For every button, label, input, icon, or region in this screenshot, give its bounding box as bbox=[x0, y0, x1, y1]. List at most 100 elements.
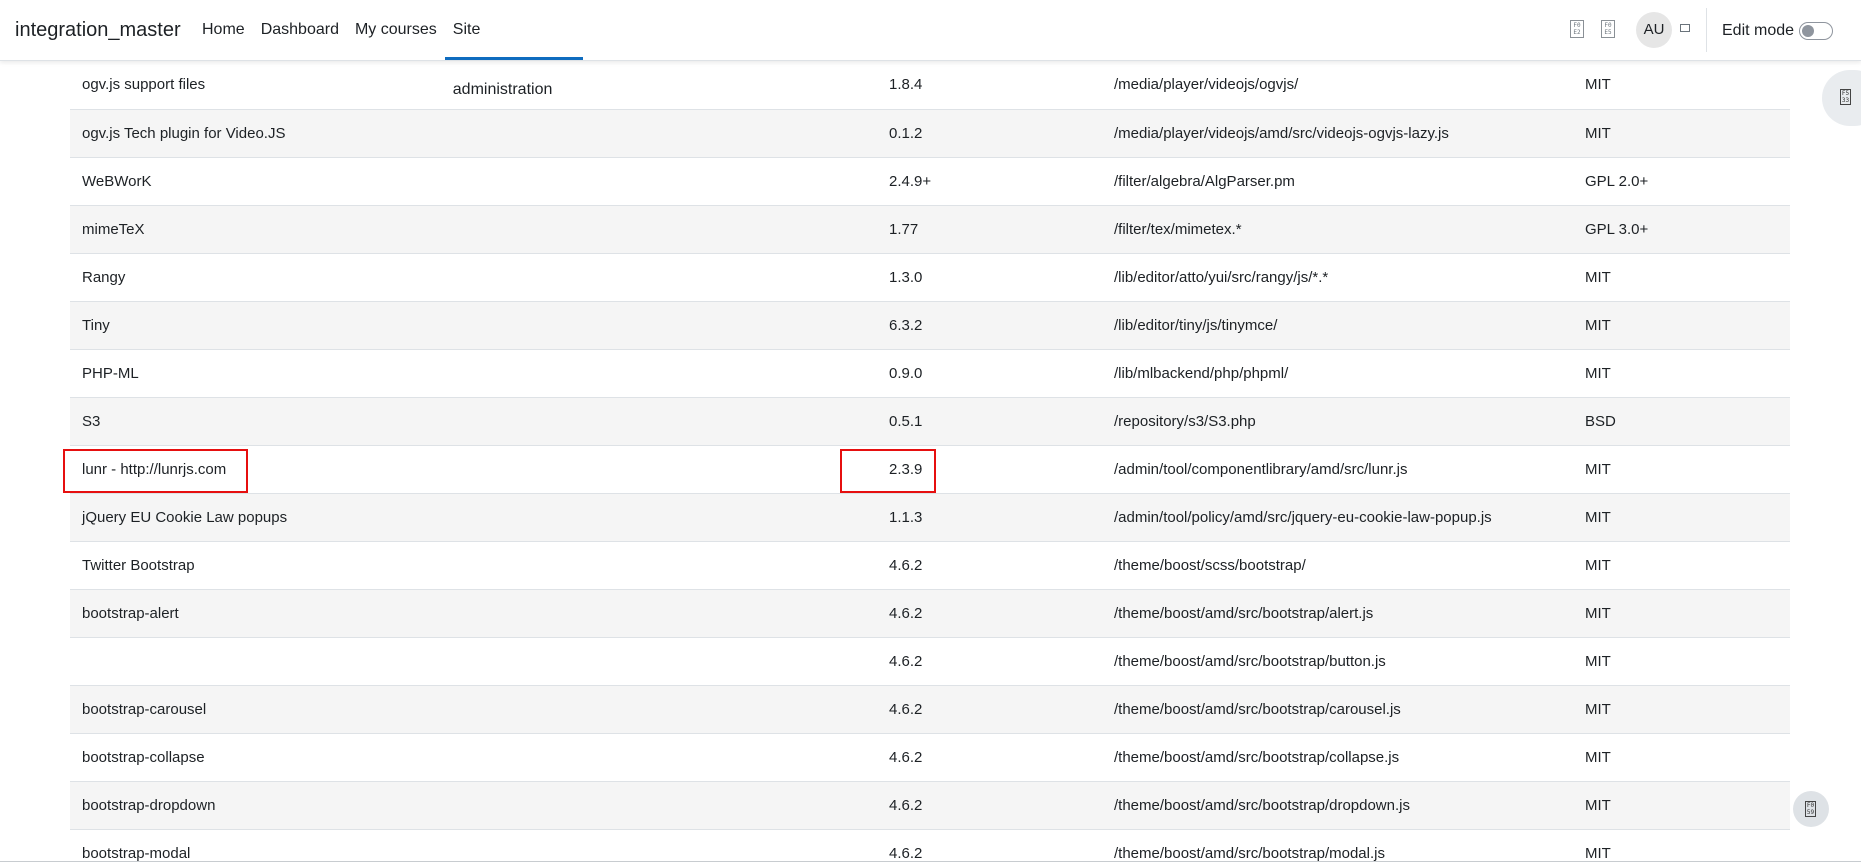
table-row: ogv.js support files 1.8.4/media/player/v… bbox=[70, 61, 1790, 110]
library-location-cell: /theme/boost/amd/src/bootstrap/collapse.… bbox=[1102, 733, 1573, 782]
library-name-cell: Tiny bbox=[70, 301, 877, 350]
nav-link-home[interactable]: Home bbox=[194, 0, 253, 60]
library-name-cell: bootstrap-collapse bbox=[70, 733, 877, 782]
library-license-cell: MIT bbox=[1573, 445, 1790, 494]
library-location-cell: /admin/tool/policy/amd/src/jquery-eu-coo… bbox=[1102, 493, 1573, 542]
library-name-cell: jQuery EU Cookie Law popups bbox=[70, 493, 877, 542]
libraries-table-body: ogv.js support files 1.8.4/media/player/v… bbox=[70, 61, 1790, 861]
table-row: PHP-ML 0.9.0/lib/mlbackend/php/phpml/MIT bbox=[70, 349, 1790, 398]
library-version-cell: 1.8.4 bbox=[877, 61, 1102, 110]
library-license-cell: MIT bbox=[1573, 589, 1790, 638]
library-name-cell: WeBWorK bbox=[70, 157, 877, 206]
table-row: ogv.js Tech plugin for Video.JS 0.1.2/med… bbox=[70, 109, 1790, 158]
library-license-cell: MIT bbox=[1573, 637, 1790, 686]
library-license-cell: MIT bbox=[1573, 253, 1790, 302]
library-license-cell: MIT bbox=[1573, 109, 1790, 158]
messages-icon[interactable]: F0 E5 bbox=[1601, 20, 1615, 38]
library-name-cell: PHP-ML bbox=[70, 349, 877, 398]
library-license-cell: MIT bbox=[1573, 301, 1790, 350]
library-name-cell: S3 bbox=[70, 397, 877, 446]
library-version-cell: 1.1.3 bbox=[877, 493, 1102, 542]
library-location-cell: /admin/tool/componentlibrary/amd/src/lun… bbox=[1102, 445, 1573, 494]
toggle-knob bbox=[1802, 25, 1814, 37]
nav-link-my-courses[interactable]: My courses bbox=[347, 0, 445, 60]
table-row: bootstrap-dropdown 4.6.2/theme/boost/amd/… bbox=[70, 781, 1790, 830]
library-version-cell: 4.6.2 bbox=[877, 685, 1102, 734]
library-license-cell: MIT bbox=[1573, 61, 1790, 110]
library-location-cell: /media/player/videojs/amd/src/videojs-og… bbox=[1102, 109, 1573, 158]
notification-bell-icon[interactable]: F0 E2 bbox=[1570, 20, 1584, 38]
third-party-libraries-table: ogv.js support files 1.8.4/media/player/v… bbox=[70, 61, 1790, 861]
primary-navigation: Home Dashboard My courses Site administr… bbox=[194, 0, 583, 98]
library-version-cell: 2.4.9+ bbox=[877, 157, 1102, 206]
table-row: mimeTeX 1.77/filter/tex/mimetex.* GPL 3.0+ bbox=[70, 205, 1790, 254]
table-row: lunr - http://lunrjs.com 2.3.9/admin/tool… bbox=[70, 445, 1790, 494]
library-name-cell bbox=[70, 637, 877, 686]
library-location-cell: /lib/editor/tiny/js/tinymce/ bbox=[1102, 301, 1573, 350]
library-version-cell: 4.6.2 bbox=[877, 541, 1102, 590]
library-location-cell: /theme/boost/amd/src/bootstrap/button.js bbox=[1102, 637, 1573, 686]
library-version-cell: 1.77 bbox=[877, 205, 1102, 254]
help-icon: F0 59 bbox=[1805, 801, 1816, 817]
block-drawer-icon: F5 33 bbox=[1840, 89, 1851, 105]
site-brand[interactable]: integration_master bbox=[15, 19, 181, 42]
library-version-cell: 4.6.2 bbox=[877, 781, 1102, 830]
table-row: bootstrap-alert 4.6.2/theme/boost/amd/src… bbox=[70, 589, 1790, 638]
table-row: 4.6.2/theme/boost/amd/src/bootstrap/butt… bbox=[70, 637, 1790, 686]
library-license-cell: MIT bbox=[1573, 685, 1790, 734]
nav-link-site-administration[interactable]: Site administration bbox=[444, 0, 583, 98]
library-location-cell: /repository/s3/S3.php bbox=[1102, 397, 1573, 446]
library-name-cell: bootstrap-carousel bbox=[70, 685, 877, 734]
library-name-cell: lunr - http://lunrjs.com bbox=[70, 445, 877, 494]
table-row: S3 0.5.1/repository/s3/S3.php BSD bbox=[70, 397, 1790, 446]
library-name-cell: bootstrap-alert bbox=[70, 589, 877, 638]
library-version-cell: 0.5.1 bbox=[877, 397, 1102, 446]
top-navbar: integration_master Home Dashboard My cou… bbox=[0, 0, 1861, 98]
library-location-cell: /filter/algebra/AlgParser.pm bbox=[1102, 157, 1573, 206]
library-location-cell: /media/player/videojs/ogvjs/ bbox=[1102, 61, 1573, 110]
footer-help-button[interactable]: F0 59 bbox=[1793, 791, 1829, 827]
chevron-down-icon[interactable] bbox=[1680, 24, 1690, 32]
table-row: bootstrap-carousel 4.6.2/theme/boost/amd/… bbox=[70, 685, 1790, 734]
main-content: ogv.js support files 1.8.4/media/player/v… bbox=[0, 61, 1861, 861]
library-license-cell: MIT bbox=[1573, 349, 1790, 398]
library-name-cell: mimeTeX bbox=[70, 205, 877, 254]
library-license-cell: GPL 2.0+ bbox=[1573, 157, 1790, 206]
page-bottom-edge bbox=[0, 861, 1861, 867]
edit-mode-toggle[interactable] bbox=[1799, 22, 1833, 40]
library-name-cell: Twitter Bootstrap bbox=[70, 541, 877, 590]
library-license-cell: MIT bbox=[1573, 493, 1790, 542]
library-version-cell: 1.3.0 bbox=[877, 253, 1102, 302]
library-license-cell: MIT bbox=[1573, 781, 1790, 830]
library-license-cell: MIT bbox=[1573, 829, 1790, 861]
library-location-cell: /filter/tex/mimetex.* bbox=[1102, 205, 1573, 254]
navbar-divider bbox=[1706, 8, 1707, 52]
library-license-cell: GPL 3.0+ bbox=[1573, 205, 1790, 254]
library-location-cell: /theme/boost/scss/bootstrap/ bbox=[1102, 541, 1573, 590]
nav-link-dashboard[interactable]: Dashboard bbox=[253, 0, 347, 60]
library-version-cell: 2.3.9 bbox=[877, 445, 1102, 494]
library-version-cell: 0.9.0 bbox=[877, 349, 1102, 398]
library-version-cell: 4.6.2 bbox=[877, 637, 1102, 686]
table-row: bootstrap-collapse 4.6.2/theme/boost/amd/… bbox=[70, 733, 1790, 782]
library-version-cell: 4.6.2 bbox=[877, 589, 1102, 638]
library-version-cell: 4.6.2 bbox=[877, 829, 1102, 861]
library-location-cell: /lib/mlbackend/php/phpml/ bbox=[1102, 349, 1573, 398]
edit-mode-label: Edit mode bbox=[1722, 22, 1795, 39]
table-row: jQuery EU Cookie Law popups 1.1.3/admin/t… bbox=[70, 493, 1790, 542]
library-license-cell: MIT bbox=[1573, 733, 1790, 782]
table-row: bootstrap-modal 4.6.2/theme/boost/amd/src… bbox=[70, 829, 1790, 861]
library-name-cell: Rangy bbox=[70, 253, 877, 302]
library-location-cell: /theme/boost/amd/src/bootstrap/dropdown.… bbox=[1102, 781, 1573, 830]
library-name-cell: bootstrap-modal bbox=[70, 829, 877, 861]
library-version-cell: 0.1.2 bbox=[877, 109, 1102, 158]
library-license-cell: MIT bbox=[1573, 541, 1790, 590]
library-location-cell: /lib/editor/atto/yui/src/rangy/js/*.* bbox=[1102, 253, 1573, 302]
table-row: Twitter Bootstrap 4.6.2/theme/boost/scss/… bbox=[70, 541, 1790, 590]
library-name-cell: bootstrap-dropdown bbox=[70, 781, 877, 830]
table-row: WeBWorK 2.4.9+/filter/algebra/AlgParser.p… bbox=[70, 157, 1790, 206]
library-location-cell: /theme/boost/amd/src/bootstrap/carousel.… bbox=[1102, 685, 1573, 734]
avatar[interactable]: AU bbox=[1636, 12, 1672, 48]
library-location-cell: /theme/boost/amd/src/bootstrap/alert.js bbox=[1102, 589, 1573, 638]
table-row: Rangy 1.3.0/lib/editor/atto/yui/src/rangy… bbox=[70, 253, 1790, 302]
